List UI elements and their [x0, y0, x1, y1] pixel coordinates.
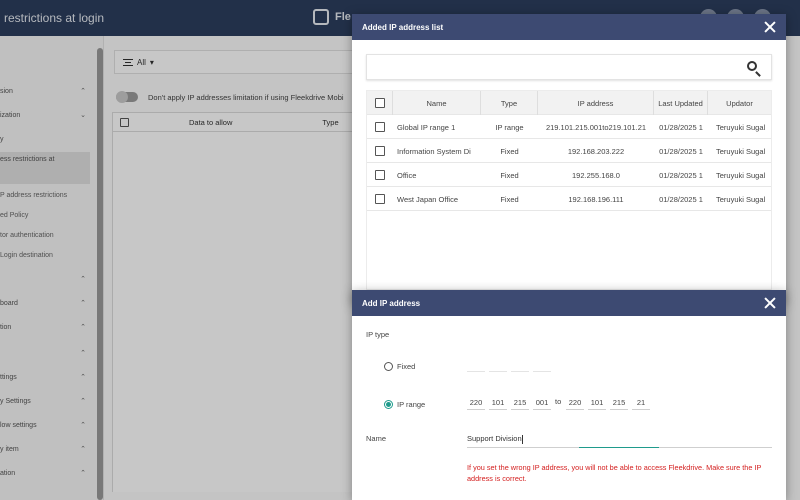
- range-to-octet-4[interactable]: 21: [632, 398, 650, 410]
- table-row[interactable]: Global IP range 1 IP range 219.101.215.0…: [367, 115, 771, 139]
- row-checkbox[interactable]: [375, 146, 385, 156]
- table-row[interactable]: Office Fixed 192.255.168.0 01/28/2025 1 …: [367, 163, 771, 187]
- column-header-name[interactable]: Name: [393, 91, 481, 115]
- row-updator: Teruyuki Sugal: [716, 170, 766, 180]
- row-type: Fixed: [500, 170, 519, 180]
- dialog-title: Add IP address: [362, 298, 421, 308]
- fixed-octet-2[interactable]: [489, 360, 507, 372]
- search-icon[interactable]: [747, 61, 757, 71]
- fixed-octet-3[interactable]: [511, 360, 529, 372]
- row-updated: 01/28/2025 1: [659, 194, 703, 204]
- range-from-octet-2[interactable]: 101: [489, 398, 507, 410]
- row-ip: 219.101.215.001to219.101.21: [545, 122, 647, 132]
- close-icon[interactable]: [764, 21, 776, 33]
- row-ip: 192.168.203.222: [567, 146, 625, 156]
- dialog-title: Added IP address list: [362, 22, 444, 32]
- row-name: West Japan Office: [397, 194, 459, 204]
- range-to-label: to: [555, 397, 562, 406]
- range-from-octet-1[interactable]: 220: [467, 398, 485, 410]
- ip-list-dialog-header: Added IP address list: [352, 14, 786, 40]
- ip-type-label: IP type: [366, 330, 390, 339]
- range-to-octet-2[interactable]: 101: [588, 398, 606, 410]
- range-from-octet-4[interactable]: 001: [533, 398, 551, 410]
- close-icon[interactable]: [764, 297, 776, 309]
- row-updated: 01/28/2025 1: [659, 122, 703, 132]
- column-header-type[interactable]: Type: [481, 91, 538, 115]
- row-updated: 01/28/2025 1: [659, 170, 703, 180]
- table-row[interactable]: West Japan Office Fixed 192.168.196.111 …: [367, 187, 771, 211]
- add-ip-dialog-header: Add IP address: [352, 290, 786, 316]
- row-checkbox[interactable]: [375, 194, 385, 204]
- range-from-octet-3[interactable]: 215: [511, 398, 529, 410]
- fixed-label[interactable]: Fixed: [397, 362, 415, 371]
- row-type: IP range: [495, 122, 524, 132]
- row-name: Information System Di: [397, 146, 471, 156]
- ip-range-label[interactable]: IP range: [397, 400, 425, 409]
- column-header-updator[interactable]: Updator: [708, 91, 771, 115]
- name-input[interactable]: Support Division: [467, 434, 772, 448]
- ip-address-table: Name Type IP address Last Updated Updato…: [366, 90, 772, 290]
- input-focus-underline: [579, 447, 659, 448]
- name-input-value: Support Division: [467, 434, 522, 443]
- row-updator: Teruyuki Sugal: [716, 194, 766, 204]
- row-ip: 192.255.168.0: [572, 170, 620, 180]
- table-row[interactable]: Information System Di Fixed 192.168.203.…: [367, 139, 771, 163]
- fixed-octet-1[interactable]: [467, 360, 485, 372]
- ip-list-dialog: Added IP address list Name Type IP addre…: [352, 14, 786, 304]
- text-caret: [521, 434, 523, 444]
- column-header-ip[interactable]: IP address: [538, 91, 654, 115]
- select-all-checkbox[interactable]: [374, 98, 385, 108]
- row-type: Fixed: [500, 146, 519, 156]
- radio-fixed[interactable]: [384, 362, 393, 371]
- row-name: Global IP range 1: [397, 122, 456, 132]
- row-checkbox[interactable]: [375, 170, 385, 180]
- row-updator: Teruyuki Sugal: [716, 146, 766, 156]
- radio-ip-range[interactable]: [384, 400, 393, 409]
- column-header-updated[interactable]: Last Updated: [654, 91, 708, 115]
- range-to-octet-1[interactable]: 220: [566, 398, 584, 410]
- search-input[interactable]: [366, 54, 772, 80]
- row-type: Fixed: [500, 194, 519, 204]
- row-name: Office: [397, 170, 417, 180]
- row-updated: 01/28/2025 1: [659, 146, 703, 156]
- row-checkbox[interactable]: [375, 122, 385, 132]
- table-header-row: Name Type IP address Last Updated Updato…: [367, 91, 771, 115]
- fixed-octet-4[interactable]: [533, 360, 551, 372]
- add-ip-dialog: Add IP address IP type Fixed IP range 22…: [352, 290, 786, 500]
- warning-message: If you set the wrong IP address, you wil…: [467, 463, 762, 483]
- row-updator: Teruyuki Sugal: [716, 122, 766, 132]
- row-ip: 192.168.196.111: [568, 194, 624, 204]
- name-label: Name: [366, 434, 387, 443]
- range-to-octet-3[interactable]: 215: [610, 398, 628, 410]
